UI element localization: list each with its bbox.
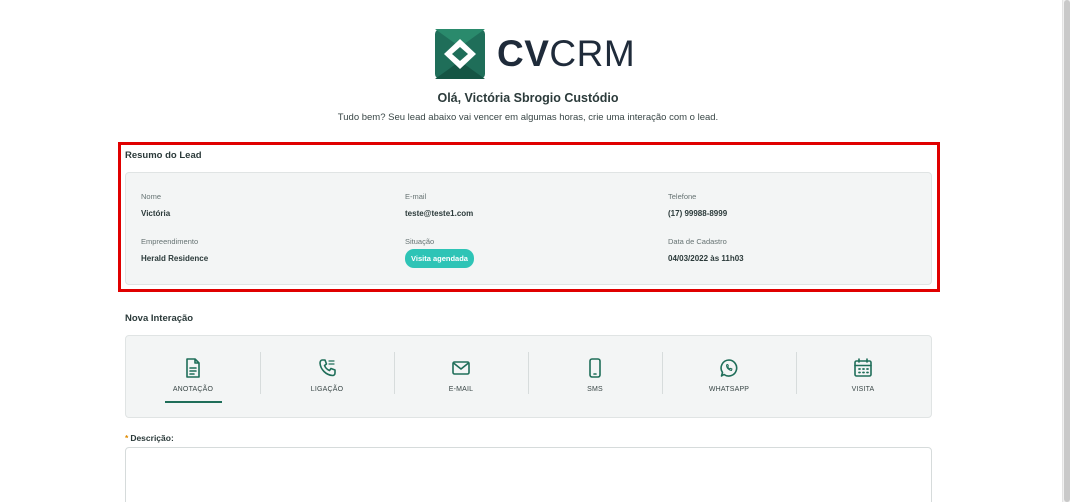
tab-anotacao[interactable]: ANOTAÇÃO xyxy=(126,336,260,419)
greeting-subtitle: Tudo bem? Seu lead abaixo vai vencer em … xyxy=(337,112,719,123)
mobile-icon xyxy=(589,358,601,378)
calendar-icon xyxy=(854,358,872,377)
document-icon xyxy=(186,358,200,378)
required-mark: * xyxy=(125,433,129,443)
tab-sms[interactable]: SMS xyxy=(528,336,662,419)
cvcrm-logo: CVCRM xyxy=(435,29,635,79)
scrollbar-thumb[interactable] xyxy=(1064,0,1070,502)
summary-highlight-box xyxy=(118,142,940,292)
tab-whatsapp[interactable]: WHATSAPP xyxy=(662,336,796,419)
tab-label: LIGAÇÃO xyxy=(310,386,344,393)
description-textarea[interactable] xyxy=(125,447,932,502)
interaction-type-tabs: ANOTAÇÃO LIGAÇÃO E-MAIL SMS WHATSAPP VIS… xyxy=(125,335,932,418)
interaction-title: Nova Interação xyxy=(125,313,194,324)
tab-label: ANOTAÇÃO xyxy=(172,386,214,393)
tab-label: E-MAIL xyxy=(448,386,474,393)
description-label: * Descrição: xyxy=(125,433,174,443)
phone-icon xyxy=(319,359,336,377)
tab-label: VISITA xyxy=(851,386,875,393)
tab-label: SMS xyxy=(587,386,603,393)
tab-visita[interactable]: VISITA xyxy=(796,336,930,419)
greeting-heading: Olá, Victória Sbrogio Custódio xyxy=(437,91,619,105)
whatsapp-icon xyxy=(720,359,738,377)
tab-email[interactable]: E-MAIL xyxy=(394,336,528,419)
vertical-scrollbar[interactable] xyxy=(1062,0,1070,502)
page: CVCRM Olá, Victória Sbrogio Custódio Tud… xyxy=(0,0,1062,502)
cvcrm-logo-icon xyxy=(435,29,485,79)
envelope-icon xyxy=(452,361,470,375)
active-tab-indicator xyxy=(165,401,222,403)
description-label-text: Descrição: xyxy=(130,433,174,443)
tab-ligacao[interactable]: LIGAÇÃO xyxy=(260,336,394,419)
tab-label: WHATSAPP xyxy=(708,386,750,393)
brand-name: CVCRM xyxy=(497,33,636,74)
